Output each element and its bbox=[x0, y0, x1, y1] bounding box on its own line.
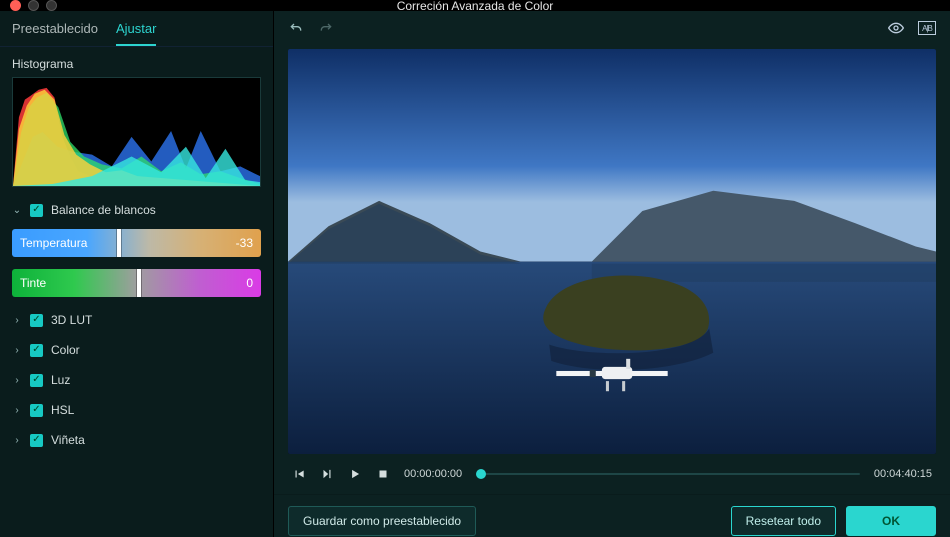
chevron-down-icon: ⌄ bbox=[12, 205, 22, 216]
checkbox-3d-lut[interactable]: ✓ bbox=[30, 314, 43, 327]
slider-temperature[interactable]: Temperatura -33 bbox=[12, 229, 261, 257]
group-color-label: Color bbox=[51, 343, 80, 357]
transport-bar: 00:00:00:00 00:04:40:15 bbox=[274, 454, 950, 494]
chevron-right-icon: › bbox=[12, 315, 22, 326]
group-color[interactable]: › ✓ Color bbox=[0, 335, 273, 365]
titlebar: Correción Avanzada de Color bbox=[0, 0, 950, 11]
chevron-right-icon: › bbox=[12, 375, 22, 386]
footer: Guardar como preestablecido Resetear tod… bbox=[274, 494, 950, 537]
save-preset-button[interactable]: Guardar como preestablecido bbox=[288, 506, 476, 536]
sidebar-tabs: Preestablecido Ajustar bbox=[0, 11, 273, 47]
slider-tint[interactable]: Tinte 0 bbox=[12, 269, 261, 297]
checkbox-vignette[interactable]: ✓ bbox=[30, 434, 43, 447]
checkbox-color[interactable]: ✓ bbox=[30, 344, 43, 357]
main-toolbar: A|B bbox=[274, 11, 950, 45]
group-3d-lut[interactable]: › ✓ 3D LUT bbox=[0, 305, 273, 335]
temperature-handle[interactable] bbox=[117, 229, 121, 257]
tint-handle[interactable] bbox=[137, 269, 141, 297]
group-white-balance[interactable]: ⌄ ✓ Balance de blancos bbox=[0, 195, 273, 225]
group-luz[interactable]: › ✓ Luz bbox=[0, 365, 273, 395]
group-white-balance-label: Balance de blancos bbox=[51, 203, 156, 217]
play-pause-icon[interactable] bbox=[320, 467, 334, 481]
temperature-label: Temperatura bbox=[20, 229, 87, 257]
timeline-playhead[interactable] bbox=[476, 469, 486, 479]
timeline-scrubber[interactable] bbox=[476, 473, 860, 475]
ok-button[interactable]: OK bbox=[846, 506, 936, 536]
compare-ab-icon[interactable]: A|B bbox=[918, 21, 936, 35]
redo-icon[interactable] bbox=[318, 20, 334, 36]
chevron-right-icon: › bbox=[12, 435, 22, 446]
timecode-total: 00:04:40:15 bbox=[874, 468, 932, 480]
sidebar: Preestablecido Ajustar Histograma ⌄ ✓ Ba… bbox=[0, 11, 274, 537]
group-luz-label: Luz bbox=[51, 373, 70, 387]
preview-visibility-icon[interactable] bbox=[888, 20, 904, 36]
checkbox-hsl[interactable]: ✓ bbox=[30, 404, 43, 417]
group-3d-lut-label: 3D LUT bbox=[51, 313, 92, 327]
stop-icon[interactable] bbox=[376, 467, 390, 481]
group-vignette[interactable]: › ✓ Viñeta bbox=[0, 425, 273, 455]
histogram-label: Histograma bbox=[0, 47, 273, 77]
temperature-value: -33 bbox=[236, 229, 253, 257]
checkbox-white-balance[interactable]: ✓ bbox=[30, 204, 43, 217]
group-hsl-label: HSL bbox=[51, 403, 74, 417]
group-vignette-label: Viñeta bbox=[51, 433, 85, 447]
step-back-icon[interactable] bbox=[292, 467, 306, 481]
tab-adjust[interactable]: Ajustar bbox=[116, 21, 156, 46]
undo-icon[interactable] bbox=[288, 20, 304, 36]
tint-value: 0 bbox=[246, 269, 253, 297]
tint-label: Tinte bbox=[20, 269, 46, 297]
main-panel: A|B bbox=[274, 11, 950, 537]
play-icon[interactable] bbox=[348, 467, 362, 481]
timecode-current: 00:00:00:00 bbox=[404, 468, 462, 480]
tab-presets[interactable]: Preestablecido bbox=[12, 21, 98, 46]
histogram bbox=[12, 77, 261, 187]
checkbox-luz[interactable]: ✓ bbox=[30, 374, 43, 387]
reset-all-button[interactable]: Resetear todo bbox=[731, 506, 836, 536]
chevron-right-icon: › bbox=[12, 405, 22, 416]
window-title: Correción Avanzada de Color bbox=[0, 0, 950, 13]
video-preview[interactable] bbox=[288, 49, 936, 454]
chevron-right-icon: › bbox=[12, 345, 22, 356]
group-hsl[interactable]: › ✓ HSL bbox=[0, 395, 273, 425]
